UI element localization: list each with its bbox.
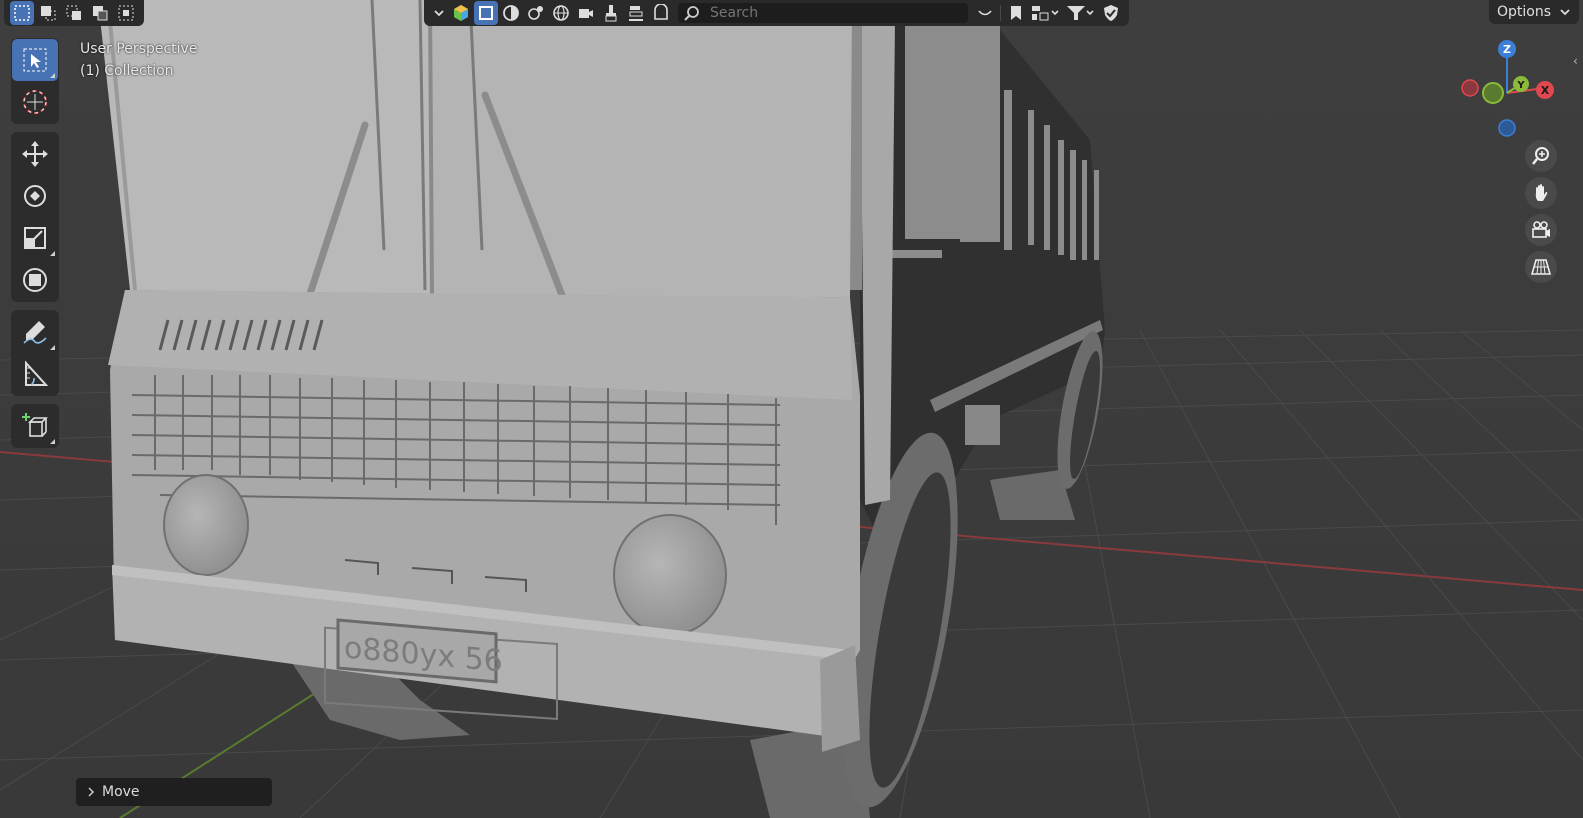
scale-tool[interactable] xyxy=(12,217,58,259)
view-name: User Perspective xyxy=(80,41,198,57)
operator-label: Move xyxy=(102,784,140,800)
select-difference-icon[interactable] xyxy=(88,1,112,25)
add-cube-tool[interactable] xyxy=(12,405,58,447)
options-dropdown[interactable]: Options xyxy=(1488,0,1579,24)
material-filter-icon[interactable] xyxy=(499,1,523,25)
world-filter-icon[interactable] xyxy=(549,1,573,25)
annotate-tool[interactable] xyxy=(12,311,58,353)
scale-icon xyxy=(24,227,46,249)
scene-render: o880yx 56 xyxy=(0,0,1583,818)
crosshair-icon xyxy=(23,90,47,114)
chevron-down-icon[interactable] xyxy=(430,1,448,25)
transform-icon xyxy=(23,268,47,292)
chevron-right-icon xyxy=(88,787,95,797)
scene-filter-icon[interactable] xyxy=(649,1,673,25)
sidebar-toggle[interactable]: ‹ xyxy=(1573,54,1583,76)
sort-display-icon[interactable] xyxy=(1029,1,1063,25)
hand-pan-icon[interactable] xyxy=(1525,177,1557,209)
ruler-icon xyxy=(25,360,49,386)
x-label: X xyxy=(1541,84,1550,97)
cursor-icon xyxy=(23,48,47,72)
pencil-icon xyxy=(23,321,47,344)
all-types-icon[interactable] xyxy=(449,1,473,25)
left-headlight xyxy=(163,474,249,576)
grid-perspective-icon[interactable] xyxy=(1525,251,1557,283)
viewport-info: User Perspective (1) Collection xyxy=(80,38,197,82)
neg-y-handle[interactable] xyxy=(1482,82,1504,104)
search-icon xyxy=(684,6,699,21)
rotate-icon xyxy=(24,185,46,207)
search-input[interactable] xyxy=(708,4,962,22)
measure-tool[interactable] xyxy=(12,353,58,395)
select-box-tool[interactable] xyxy=(12,39,58,81)
select-intersect-icon[interactable] xyxy=(114,1,138,25)
node-filter-icon[interactable] xyxy=(624,1,648,25)
selection-mode-bar xyxy=(4,0,144,26)
z-label: Z xyxy=(1503,43,1511,56)
search-field[interactable] xyxy=(678,3,968,23)
right-headlight xyxy=(613,514,727,636)
bookmark-icon[interactable] xyxy=(1004,1,1028,25)
select-new-icon[interactable] xyxy=(10,1,34,25)
filter-icon[interactable] xyxy=(1064,1,1098,25)
add-cube-icon xyxy=(22,413,48,437)
3d-viewport[interactable]: o880yx 56 Search Options ‹ User Perspect… xyxy=(0,0,1583,818)
navigation-gizmo[interactable]: Z X Y xyxy=(1455,36,1565,146)
move-icon xyxy=(22,141,48,167)
mesh-filter-icon[interactable] xyxy=(474,1,498,25)
transform-tool[interactable] xyxy=(12,259,58,301)
shield-icon[interactable] xyxy=(1099,1,1123,25)
options-label: Options xyxy=(1496,4,1551,20)
y-label: Y xyxy=(1516,80,1525,91)
viewport-header-tools xyxy=(424,0,1129,26)
rotate-tool[interactable] xyxy=(12,175,58,217)
camera-view-icon[interactable] xyxy=(1525,214,1557,246)
chevron-down-icon xyxy=(1560,9,1570,16)
light-filter-icon[interactable] xyxy=(524,1,548,25)
collection-name: (1) Collection xyxy=(80,63,174,79)
neg-z-handle[interactable] xyxy=(1498,119,1516,137)
select-extend-icon[interactable] xyxy=(36,1,60,25)
last-operator-panel[interactable]: Move xyxy=(76,778,272,806)
search-options-icon[interactable] xyxy=(973,1,997,25)
zoom-icon[interactable] xyxy=(1525,140,1557,172)
tool-shelf xyxy=(11,38,59,456)
cursor-tool[interactable] xyxy=(12,81,58,123)
select-subtract-icon[interactable] xyxy=(62,1,86,25)
neg-x-handle[interactable] xyxy=(1461,79,1479,97)
brush-filter-icon[interactable] xyxy=(599,1,623,25)
move-tool[interactable] xyxy=(12,133,58,175)
camera-filter-icon[interactable] xyxy=(574,1,598,25)
